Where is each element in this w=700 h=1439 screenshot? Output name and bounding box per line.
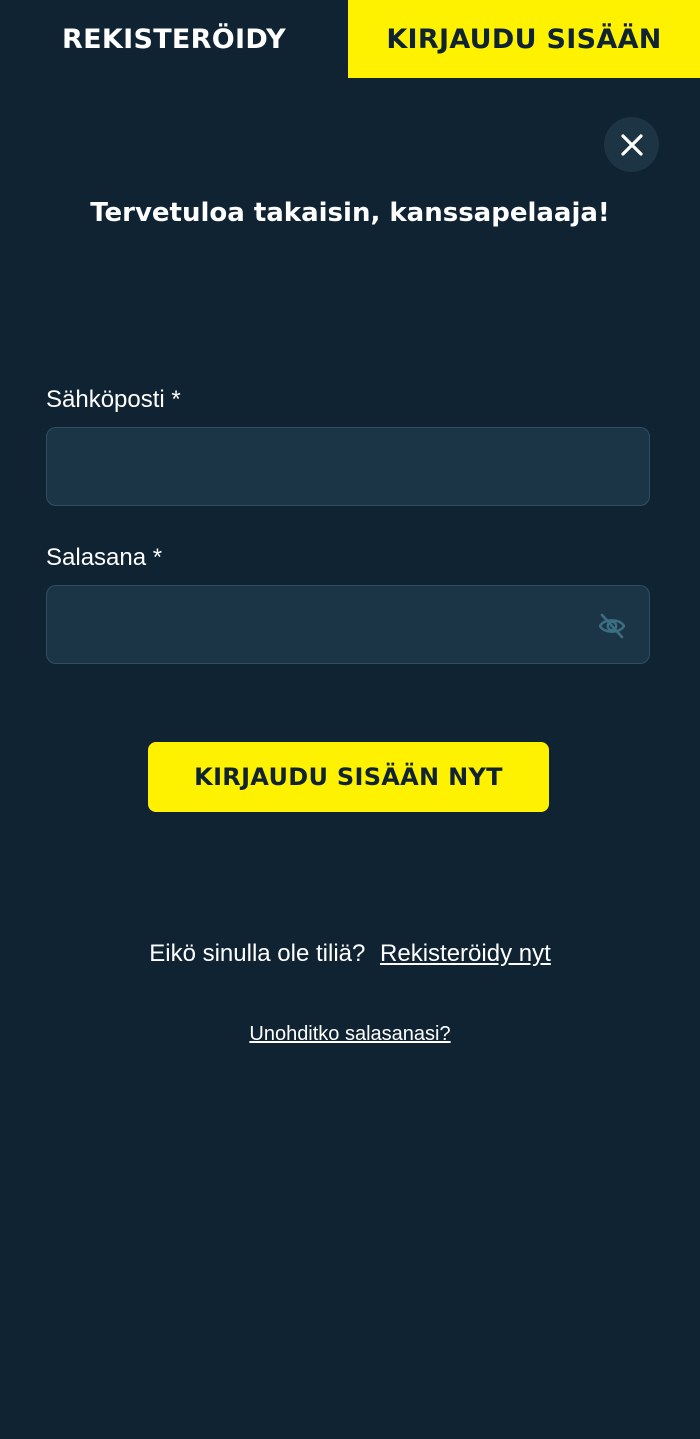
email-field-wrapper — [46, 427, 650, 506]
login-submit-button[interactable]: KIRJAUDU SISÄÄN NYT — [148, 742, 549, 812]
eye-off-icon[interactable] — [597, 612, 627, 640]
close-icon — [620, 133, 643, 156]
email-field[interactable] — [47, 428, 649, 505]
forgot-password-link[interactable]: Unohditko salasanasi? — [249, 1023, 450, 1045]
no-account-text: Eikö sinulla ole tiliä? — [149, 940, 366, 967]
tab-register[interactable]: REKISTERÖIDY — [0, 0, 348, 78]
forgot-password-row: Unohditko salasanasi? — [0, 1023, 700, 1046]
no-account-row: Eikö sinulla ole tiliä? Rekisteröidy nyt — [0, 940, 700, 968]
email-label: Sähköposti * — [46, 386, 181, 413]
page-title: Tervetuloa takaisin, kanssapelaaja! — [90, 198, 610, 228]
close-button[interactable] — [604, 117, 659, 172]
register-link[interactable]: Rekisteröidy nyt — [380, 940, 551, 967]
password-field-wrapper — [46, 585, 650, 664]
tab-login[interactable]: KIRJAUDU SISÄÄN — [348, 0, 700, 78]
password-label: Salasana * — [46, 544, 163, 571]
auth-tabs: REKISTERÖIDY KIRJAUDU SISÄÄN — [0, 0, 700, 78]
password-field[interactable] — [47, 586, 649, 663]
